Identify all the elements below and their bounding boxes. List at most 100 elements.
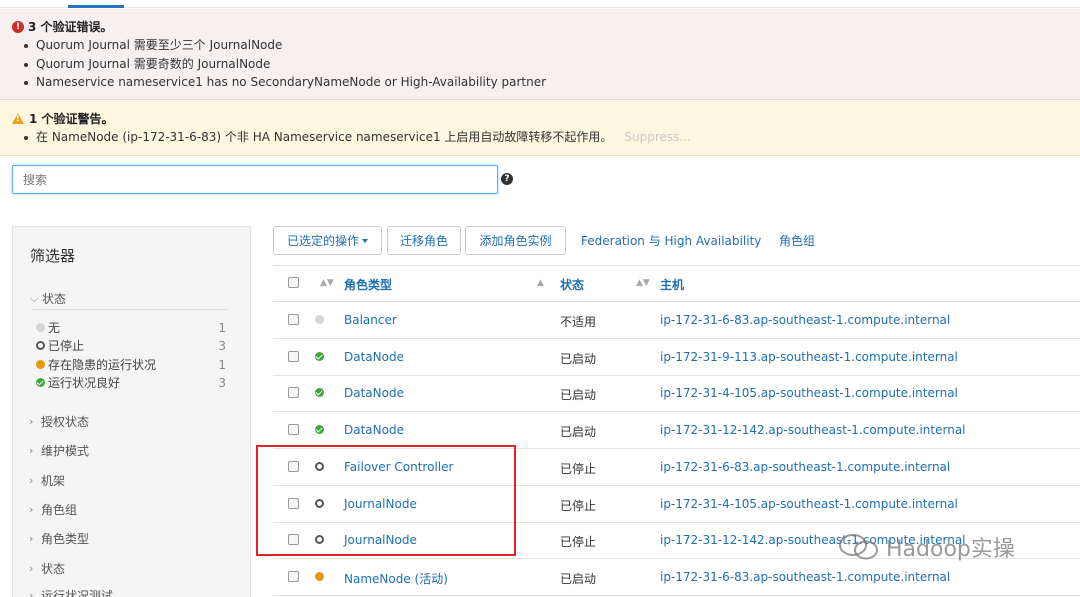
table-row[interactable]: NameNode (活动) 已启动 ip-172-31-6-83.ap-southe…	[273, 559, 1080, 596]
filter-section-label: 状态	[42, 292, 67, 306]
row-checkbox[interactable]	[288, 314, 299, 325]
role-groups-link[interactable]: 角色组	[779, 232, 815, 249]
filter-section-label: 机架	[41, 474, 66, 488]
errors-title-text: 3 个验证错误。	[28, 20, 113, 34]
error-item: Nameservice nameservice1 has no Secondar…	[23, 73, 546, 92]
filter-status-count: 3	[218, 338, 226, 353]
green-check-icon	[36, 378, 45, 387]
role-link[interactable]: DataNode	[344, 386, 404, 400]
divider	[32, 309, 228, 310]
column-header-host[interactable]: 主机	[660, 276, 684, 293]
chevron-right-icon: ›	[29, 474, 34, 487]
table-row[interactable]: DataNode 已启动 ip-172-31-12-142.ap-southeast…	[273, 412, 1080, 450]
filter-status-label: 已停止	[48, 339, 85, 353]
validation-warnings-alert: 1 个验证警告。 在 NameNode (ip-172-31-6-83) 个非 …	[0, 100, 1080, 156]
search-input[interactable]	[12, 165, 498, 194]
host-link[interactable]: ip-172-31-12-142.ap-southeast-1.compute.…	[660, 423, 966, 437]
federation-ha-link[interactable]: Federation 与 High Availability	[581, 232, 761, 249]
filter-section-label: 角色组	[41, 503, 78, 517]
column-header-state[interactable]: 状态	[560, 276, 584, 293]
warnings-list: 在 NameNode (ip-172-31-6-83) 个非 HA Namese…	[24, 128, 691, 147]
warnings-title-text: 1 个验证警告。	[29, 112, 114, 126]
filter-status-label: 存在隐患的运行状况	[48, 358, 157, 372]
table-row[interactable]: DataNode 已启动 ip-172-31-9-113.ap-southeast-…	[273, 339, 1080, 376]
sort-icon[interactable]: ▲▼	[636, 278, 650, 288]
add-role-instances-label: 添加角色实例	[479, 234, 552, 248]
table-row[interactable]: DataNode 已启动 ip-172-31-4-105.ap-southeast-…	[273, 375, 1080, 413]
chevron-right-icon: ›	[29, 503, 34, 516]
migrate-roles-button[interactable]: 迁移角色	[387, 226, 461, 255]
select-all-checkbox[interactable]	[288, 277, 299, 288]
filter-section-rack[interactable]: › 机架	[29, 472, 65, 489]
filter-status-good[interactable]: 运行状况良好 3	[36, 374, 226, 391]
filter-status-stopped[interactable]: 已停止 3	[36, 337, 226, 354]
filter-section-role-group[interactable]: › 角色组	[29, 501, 77, 518]
filter-section-maintenance[interactable]: › 维护模式	[29, 442, 89, 459]
role-state: 已启动	[560, 571, 597, 586]
role-state: 已启动	[560, 388, 597, 403]
table-header: ▲▼ 角色类型 ▲ 状态 ▲▼ 主机	[273, 265, 1080, 302]
orange-dot-icon	[315, 571, 324, 581]
filter-section-role-type[interactable]: › 角色类型	[29, 530, 89, 547]
row-checkbox[interactable]	[288, 570, 299, 582]
chevron-right-icon: ›	[29, 532, 34, 545]
filter-status-concerning[interactable]: 存在隐患的运行状况 1	[36, 356, 226, 373]
role-state: 已停止	[560, 461, 597, 476]
filter-section-authorization[interactable]: › 授权状态	[29, 413, 89, 430]
green-check-icon	[315, 351, 324, 361]
row-checkbox[interactable]	[288, 387, 299, 399]
filter-section-label: 运行状况测试	[41, 589, 114, 597]
error-item: Quorum Journal 需要至少三个 JournalNode	[23, 36, 546, 55]
row-checkbox[interactable]	[288, 350, 299, 362]
gray-dot-icon	[315, 315, 324, 324]
role-state: 已启动	[560, 425, 597, 440]
sort-asc-icon[interactable]: ▲	[537, 278, 544, 288]
filter-section-health-tests[interactable]: › 运行状况测试	[29, 587, 113, 597]
host-link[interactable]: ip-172-31-4-105.ap-southeast-1.compute.i…	[660, 386, 958, 400]
table-row[interactable]: Balancer 不适用 ip-172-31-6-83.ap-southeast-1…	[273, 302, 1080, 339]
host-link[interactable]: ip-172-31-6-83.ap-southeast-1.compute.in…	[660, 313, 950, 327]
selected-actions-label: 已选定的操作	[286, 234, 359, 248]
add-role-instances-button[interactable]: 添加角色实例	[465, 226, 566, 255]
validation-errors-alert: ! 3 个验证错误。 Quorum Journal 需要至少三个 Journal…	[0, 9, 1080, 100]
host-link[interactable]: ip-172-31-6-83.ap-southeast-1.compute.in…	[660, 570, 950, 584]
selected-actions-dropdown[interactable]: 已选定的操作	[273, 226, 382, 255]
filter-status-label: 运行状况良好	[48, 376, 121, 390]
wechat-logo-icon	[839, 534, 878, 560]
suppress-link[interactable]: Suppress...	[624, 130, 690, 144]
filter-section-label: 角色类型	[41, 532, 90, 546]
warning-item-text: 在 NameNode (ip-172-31-6-83) 个非 HA Namese…	[36, 130, 613, 144]
errors-title: ! 3 个验证错误。	[12, 18, 113, 35]
role-link[interactable]: Balancer	[344, 313, 397, 327]
stopped-circle-icon	[36, 341, 45, 350]
column-header-role-type[interactable]: 角色类型	[344, 276, 392, 293]
chevron-right-icon: ›	[29, 562, 34, 575]
filter-status-none[interactable]: 无 1	[36, 319, 226, 336]
host-link[interactable]: ip-172-31-4-105.ap-southeast-1.compute.i…	[660, 497, 958, 511]
search-bar	[12, 165, 498, 194]
filter-status-count: 3	[218, 375, 226, 390]
question-circle-icon[interactable]: ?	[501, 173, 513, 185]
gray-dot-icon	[36, 323, 45, 332]
role-state: 已停止	[560, 498, 597, 513]
active-tab-indicator	[68, 5, 124, 8]
host-link[interactable]: ip-172-31-9-113.ap-southeast-1.compute.i…	[660, 350, 958, 364]
watermark-text: Hadoop实操	[886, 537, 1015, 562]
watermark: Hadoop实操	[838, 531, 1048, 563]
orange-dot-icon	[36, 360, 45, 369]
chevron-right-icon: ›	[29, 589, 34, 597]
filter-section-status-expanded[interactable]: ⌵ 状态	[30, 290, 66, 307]
filter-section-state[interactable]: › 状态	[29, 560, 65, 577]
green-check-icon	[315, 425, 324, 435]
role-link[interactable]: DataNode	[344, 350, 404, 364]
chevron-right-icon: ›	[29, 415, 34, 428]
filter-section-label: 授权状态	[41, 415, 90, 429]
row-checkbox[interactable]	[288, 424, 299, 436]
sort-icon[interactable]: ▲▼	[320, 278, 334, 288]
host-link[interactable]: ip-172-31-6-83.ap-southeast-1.compute.in…	[660, 460, 950, 474]
role-link[interactable]: DataNode	[344, 423, 404, 437]
role-link[interactable]: NameNode (活动)	[344, 570, 448, 587]
errors-list: Quorum Journal 需要至少三个 JournalNode Quorum…	[23, 36, 546, 92]
role-state: 不适用	[560, 315, 597, 329]
chevron-down-icon: ⌵	[30, 291, 39, 305]
